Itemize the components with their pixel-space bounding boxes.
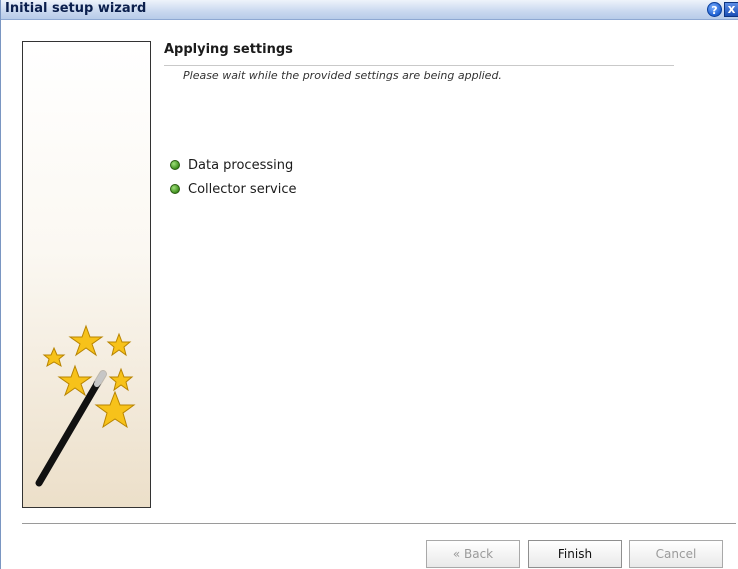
status-item-collector-service: Collector service <box>170 177 297 201</box>
green-status-icon <box>170 184 180 194</box>
green-status-icon <box>170 160 180 170</box>
page-heading: Applying settings <box>164 42 293 57</box>
status-label: Data processing <box>188 157 294 173</box>
close-icon[interactable]: x <box>724 2 738 17</box>
wizard-side-panel <box>22 41 151 508</box>
wizard-window: Initial setup wizard ? x Applying settin… <box>0 0 738 569</box>
status-item-data-processing: Data processing <box>170 153 297 177</box>
page-subtitle: Please wait while the provided settings … <box>183 69 502 82</box>
help-icon[interactable]: ? <box>707 2 722 17</box>
back-button[interactable]: « Back <box>426 540 520 568</box>
cancel-button[interactable]: Cancel <box>629 540 723 568</box>
title-bar: Initial setup wizard ? x <box>1 0 738 20</box>
finish-button[interactable]: Finish <box>528 540 622 568</box>
footer-divider <box>22 523 736 524</box>
status-label: Collector service <box>188 181 297 197</box>
window-title: Initial setup wizard <box>5 1 147 16</box>
magic-wand-icon <box>35 324 136 487</box>
heading-divider <box>164 65 674 66</box>
status-list: Data processing Collector service <box>170 153 297 201</box>
